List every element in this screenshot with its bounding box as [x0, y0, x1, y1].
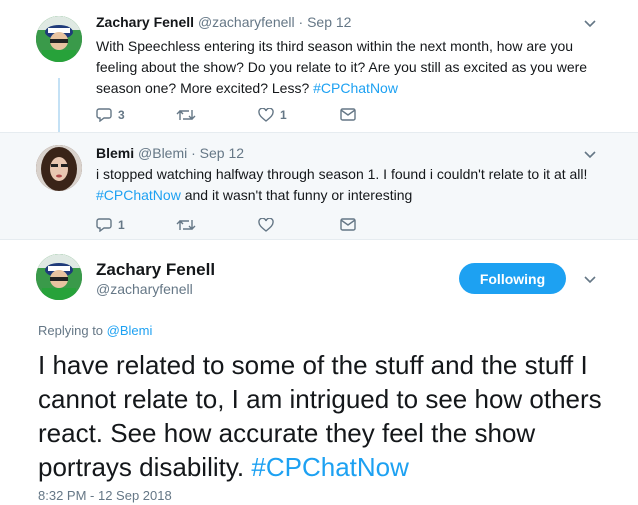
tweet-actions: 1 — [96, 218, 376, 236]
message-button[interactable] — [340, 108, 356, 121]
reply-count: 1 — [118, 218, 125, 232]
like-icon — [258, 218, 274, 232]
retweet-icon — [176, 220, 196, 230]
message-icon — [340, 218, 356, 231]
thread-connector — [58, 78, 60, 136]
avatar[interactable] — [36, 16, 82, 62]
chevron-down-icon[interactable] — [584, 151, 596, 159]
tweet-date[interactable]: · Sep 12 — [191, 145, 244, 161]
replying-prefix: Replying to — [38, 323, 107, 338]
reply-icon — [96, 218, 112, 232]
tweet-body: i stopped watching halfway through seaso… — [96, 166, 588, 182]
author-name[interactable]: Zachary Fenell — [96, 260, 215, 280]
author-name[interactable]: Zachary Fenell @zacharyfenell · Sep 12 — [96, 14, 351, 30]
tweet-text: I have related to some of the stuff and … — [38, 348, 618, 484]
reply-button[interactable]: 3 — [96, 108, 125, 122]
tweet-text: With Speechless entering its third seaso… — [96, 36, 616, 99]
like-count: 1 — [280, 108, 287, 122]
author-name-text[interactable]: Blemi — [96, 145, 134, 161]
like-button[interactable] — [258, 218, 280, 232]
avatar-image — [36, 145, 82, 191]
author-name-text[interactable]: Zachary Fenell — [96, 14, 194, 30]
chevron-down-icon[interactable] — [584, 276, 596, 284]
author-handle[interactable]: @Blemi — [138, 145, 187, 161]
author-handle[interactable]: @zacharyfenell — [198, 14, 295, 30]
tweet-text: i stopped watching halfway through seaso… — [96, 164, 621, 206]
avatar-image — [36, 254, 82, 300]
retweet-button[interactable] — [176, 108, 202, 122]
tweet-body-continued: and it wasn't that funny or interesting — [180, 187, 413, 203]
avatar-image — [36, 16, 82, 62]
tweet-timestamp[interactable]: 8:32 PM - 12 Sep 2018 — [38, 488, 172, 503]
following-button[interactable]: Following — [459, 263, 566, 294]
hashtag-link[interactable]: #CPChatNow — [251, 452, 409, 482]
retweet-icon — [176, 110, 196, 120]
tweet-actions: 3 1 — [96, 108, 376, 126]
author-name[interactable]: Blemi @Blemi · Sep 12 — [96, 145, 244, 161]
reply-count: 3 — [118, 108, 125, 122]
replying-to: Replying to @Blemi — [38, 323, 152, 338]
tweet-zachary[interactable]: Zachary Fenell @zacharyfenell · Sep 12 W… — [0, 0, 638, 132]
like-button[interactable]: 1 — [258, 108, 287, 122]
tweet-blemi[interactable]: Blemi @Blemi · Sep 12 i stopped watching… — [0, 132, 638, 240]
retweet-button[interactable] — [176, 218, 202, 232]
author-handle[interactable]: @zacharyfenell — [96, 281, 193, 297]
hashtag-link[interactable]: #CPChatNow — [96, 187, 181, 203]
replying-handle-link[interactable]: @Blemi — [107, 323, 153, 338]
like-icon — [258, 108, 274, 122]
reply-button[interactable]: 1 — [96, 218, 125, 232]
chevron-down-icon[interactable] — [584, 20, 596, 28]
avatar[interactable] — [36, 145, 82, 191]
hashtag-link[interactable]: #CPChatNow — [313, 80, 398, 96]
avatar[interactable] — [36, 254, 82, 300]
tweet-date[interactable]: · Sep 12 — [299, 14, 352, 30]
message-icon — [340, 108, 356, 121]
message-button[interactable] — [340, 218, 356, 231]
reply-icon — [96, 108, 112, 122]
